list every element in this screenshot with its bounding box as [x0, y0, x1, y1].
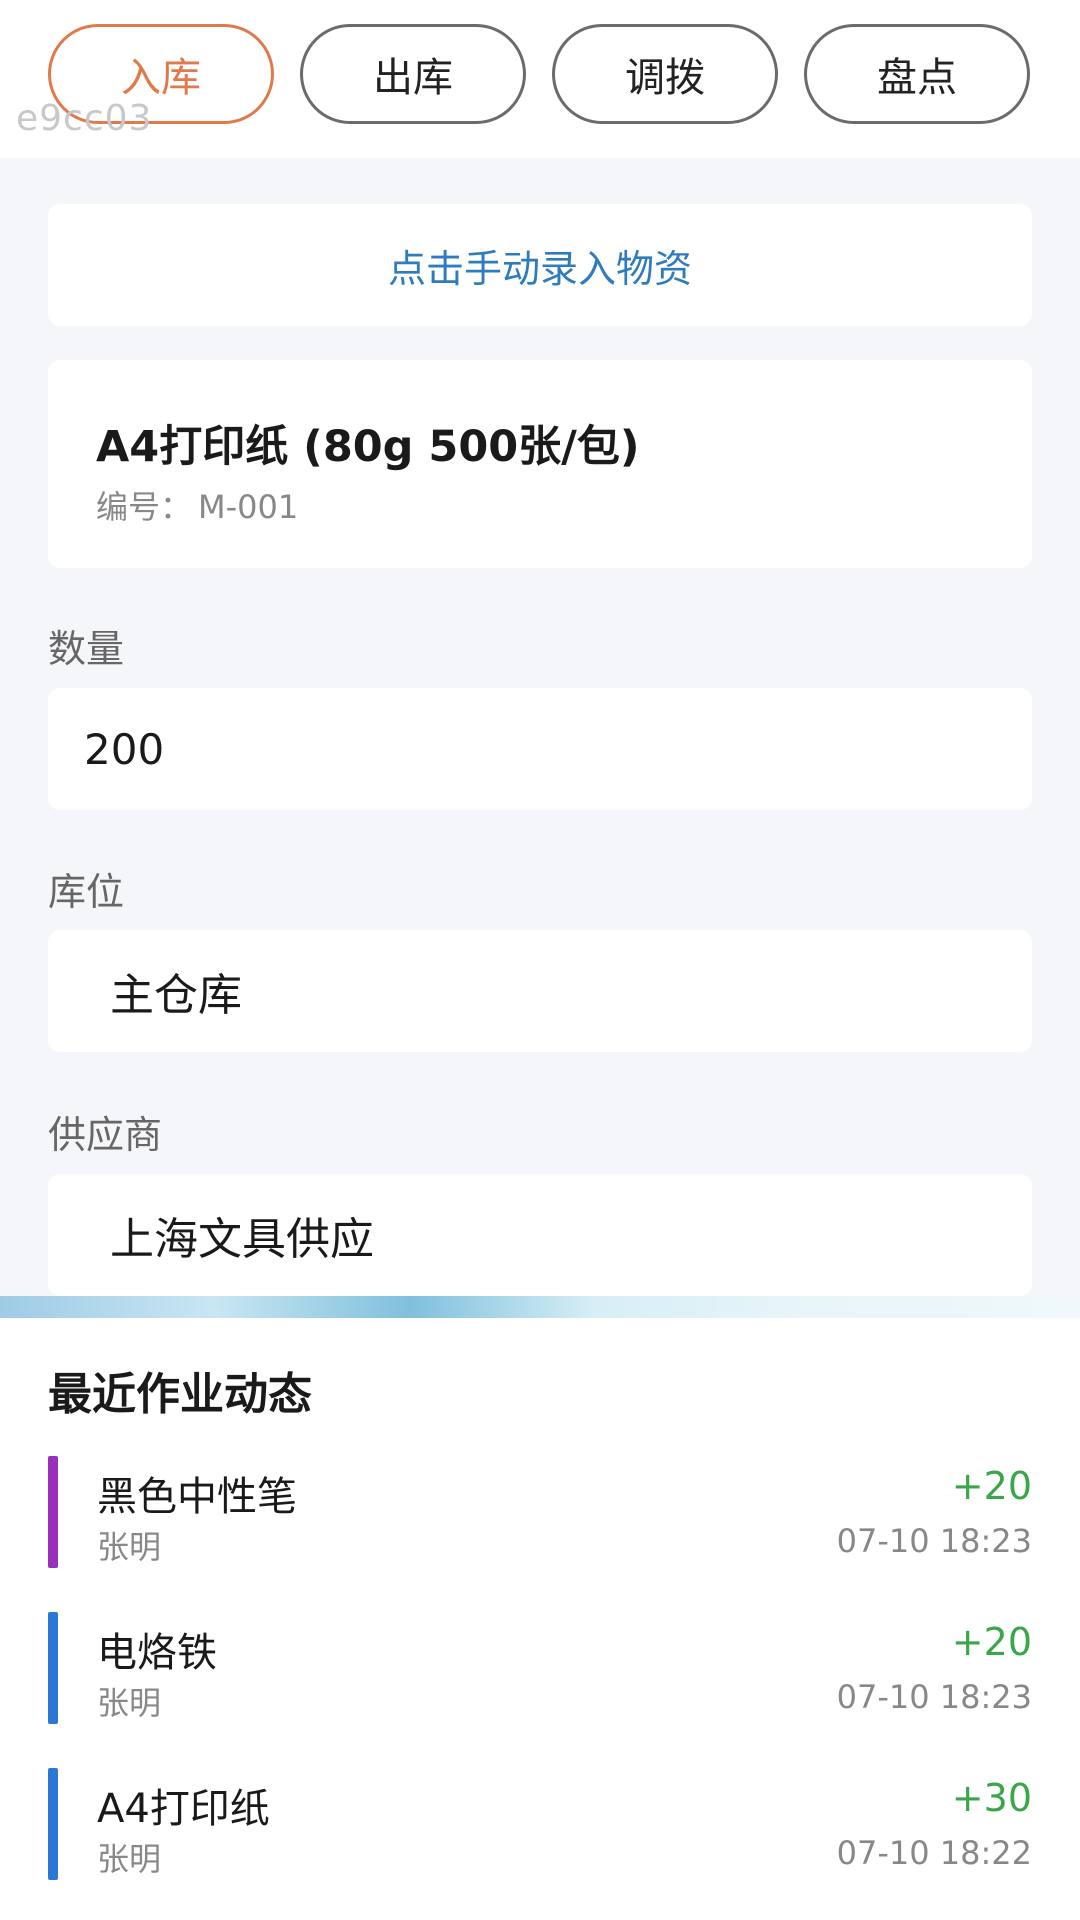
activity-item-user: 张明: [97, 1528, 162, 1566]
activity-item-time: 07-10 18:22: [836, 1834, 1032, 1872]
supplier-label: 供应商: [48, 1113, 163, 1157]
item-code: 编号： M-001: [96, 482, 298, 528]
activity-item-delta: +30: [951, 1776, 1032, 1820]
activity-item-user: 张明: [97, 1684, 162, 1722]
activity-item[interactable]: 电烙铁 张明 +20 07-10 18:23: [0, 1612, 1080, 1724]
activity-item[interactable]: A4打印纸 张明 +30 07-10 18:22: [0, 1768, 1080, 1880]
activity-item-delta: +20: [951, 1464, 1032, 1508]
quantity-input[interactable]: 200: [48, 688, 1032, 810]
recent-activity-title: 最近作业动态: [48, 1369, 312, 1420]
supplier-select[interactable]: 上海文具供应: [48, 1174, 1032, 1296]
manual-entry-button[interactable]: 点击手动录入物资: [48, 204, 1032, 326]
item-name: A4打印纸 (80g 500张/包): [96, 422, 640, 472]
activity-item-name: 黑色中性笔: [97, 1474, 297, 1520]
item-code-value: M-001: [198, 488, 299, 526]
activity-color-bar: [48, 1768, 58, 1880]
activity-item-time: 07-10 18:23: [836, 1522, 1032, 1560]
tab-inventory-check[interactable]: 盘点: [804, 24, 1030, 124]
item-code-label: 编号：: [96, 488, 193, 526]
activity-item-delta: +20: [951, 1620, 1032, 1664]
watermark-text: e9cc03: [16, 98, 153, 139]
activity-item-name: 电烙铁: [97, 1630, 217, 1676]
activity-item-name: A4打印纸: [97, 1786, 270, 1832]
decorative-strip: [0, 1296, 1080, 1318]
quantity-label: 数量: [48, 627, 125, 671]
selected-item-card[interactable]: A4打印纸 (80g 500张/包) 编号： M-001: [48, 360, 1032, 568]
location-select[interactable]: 主仓库: [48, 930, 1032, 1052]
location-label: 库位: [48, 870, 125, 914]
activity-item-user: 张明: [97, 1840, 162, 1878]
activity-item-time: 07-10 18:23: [836, 1678, 1032, 1716]
tab-outbound[interactable]: 出库: [300, 24, 526, 124]
recent-activity-panel: 最近作业动态 黑色中性笔 张明 +20 07-10 18:23 电烙铁 张明 +…: [0, 1318, 1080, 1920]
activity-item[interactable]: 黑色中性笔 张明 +20 07-10 18:23: [0, 1456, 1080, 1568]
tab-transfer[interactable]: 调拨: [552, 24, 778, 124]
activity-color-bar: [48, 1456, 58, 1568]
activity-color-bar: [48, 1612, 58, 1724]
operation-tabs: 入库 出库 调拨 盘点 e9cc03: [0, 0, 1080, 158]
